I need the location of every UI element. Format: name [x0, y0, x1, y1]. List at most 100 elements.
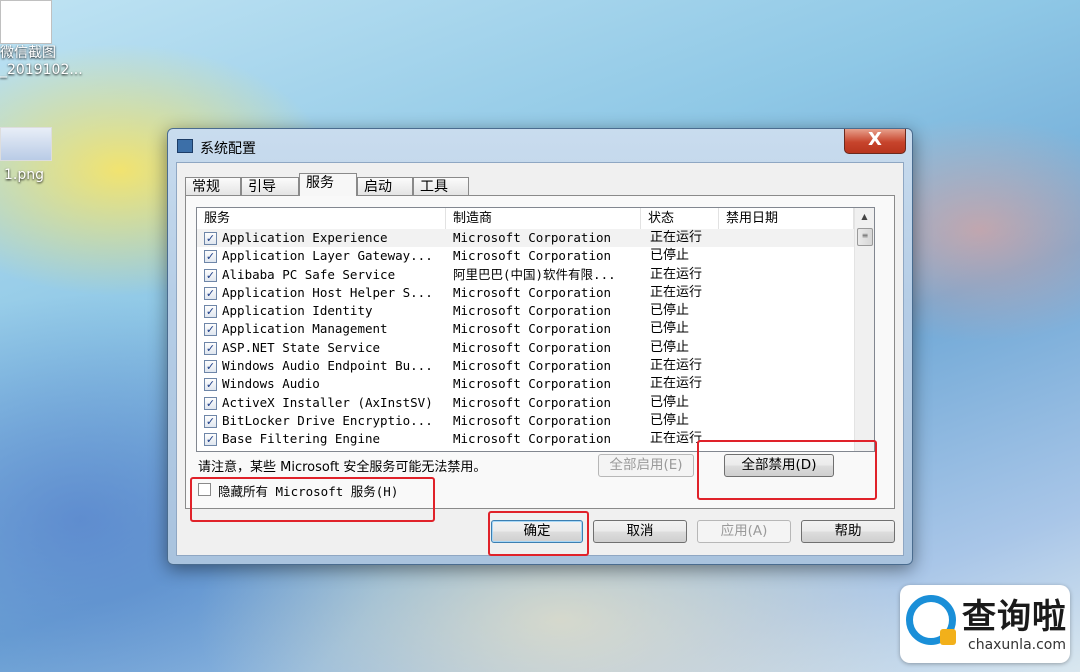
service-vendor: Microsoft Corporation [453, 394, 612, 410]
close-button[interactable]: X [844, 129, 906, 154]
scroll-up-arrow-icon[interactable]: ▲ [855, 208, 874, 226]
scroll-thumb[interactable]: ≡ [857, 228, 873, 246]
service-status: 正在运行 [650, 230, 703, 245]
table-row[interactable]: ✓ BitLocker Drive Encryptio... Microsoft C… [197, 412, 854, 430]
service-checkbox[interactable]: ✓ [204, 323, 217, 337]
service-vendor: 阿里巴巴(中国)软件有限... [453, 266, 616, 282]
service-disable-date [725, 412, 845, 430]
service-disable-date [725, 247, 845, 265]
service-disable-date [725, 339, 845, 357]
column-header-status[interactable]: 状态 [641, 208, 719, 229]
desktop-image-thumbnail[interactable] [0, 127, 52, 161]
column-header-service[interactable]: 服务 [197, 208, 446, 229]
services-list[interactable]: 服务 制造商 状态 禁用日期 ✓ Application Experience Mi… [196, 207, 875, 452]
service-status: 正在运行 [650, 266, 703, 282]
service-disable-date [725, 430, 845, 448]
service-checkbox[interactable]: ✓ [204, 414, 217, 428]
service-checkbox[interactable]: ✓ [204, 286, 217, 300]
service-checkbox[interactable]: ✓ [204, 396, 217, 410]
dialog-title: 系统配置 [200, 141, 256, 157]
msconfig-app-icon [177, 139, 193, 153]
disable-all-button[interactable]: 全部禁用(D) [724, 454, 834, 477]
column-header-vendor[interactable]: 制造商 [446, 208, 641, 229]
title-bar[interactable]: 系统配置 X [168, 129, 912, 161]
desktop-icon-label-line2[interactable]: _2019102... [0, 62, 83, 78]
service-name: Application Management [222, 321, 388, 337]
service-name: Base Filtering Engine [222, 431, 381, 447]
service-name: Windows Audio Endpoint Bu... [222, 358, 433, 374]
service-checkbox[interactable]: ✓ [204, 250, 217, 264]
apply-button[interactable]: 应用(A) [697, 520, 791, 543]
table-row[interactable]: ✓ ActiveX Installer (AxInstSV) Microsoft C… [197, 394, 854, 412]
service-status: 已停止 [650, 394, 690, 410]
service-name: Application Layer Gateway... [222, 248, 433, 264]
service-checkbox[interactable]: ✓ [204, 232, 217, 245]
table-row[interactable]: ✓ Application Experience Microsoft Corpora… [197, 229, 854, 248]
hide-ms-services-checkbox[interactable] [198, 483, 211, 496]
ok-button[interactable]: 确定 [491, 520, 583, 543]
service-vendor: Microsoft Corporation [453, 230, 612, 245]
column-header-disable-date[interactable]: 禁用日期 [719, 208, 854, 229]
service-disable-date [725, 320, 845, 338]
service-status: 已停止 [650, 339, 690, 355]
tab-boot[interactable]: 引导 [241, 177, 299, 195]
table-row[interactable]: ✓ Application Identity Microsoft Corporati… [197, 302, 854, 320]
service-status: 正在运行 [650, 284, 703, 300]
service-status: 正在运行 [650, 376, 703, 392]
enable-all-button[interactable]: 全部启用(E) [598, 454, 694, 477]
service-vendor: Microsoft Corporation [453, 431, 612, 447]
service-checkbox[interactable]: ✓ [204, 268, 217, 282]
service-vendor: Microsoft Corporation [453, 248, 612, 264]
service-name: ASP.NET State Service [222, 339, 381, 355]
table-row[interactable]: ✓ Application Host Helper S... Microsoft C… [197, 284, 854, 302]
service-status: 已停止 [650, 303, 690, 319]
service-vendor: Microsoft Corporation [453, 339, 612, 355]
tab-tools[interactable]: 工具 [413, 177, 469, 195]
table-row[interactable]: ✓ Base Filtering Engine Microsoft Corporat… [197, 430, 854, 448]
service-rows: ✓ Application Experience Microsoft Corpora… [197, 229, 854, 449]
service-disable-date [725, 266, 845, 284]
services-panel: 服务 制造商 状态 禁用日期 ✓ Application Experience Mi… [185, 195, 895, 509]
cancel-button[interactable]: 取消 [593, 520, 687, 543]
service-name: BitLocker Drive Encryptio... [222, 412, 433, 428]
hide-ms-services-label[interactable]: 隐藏所有 Microsoft 服务(H) [218, 481, 398, 500]
tab-general[interactable]: 常规 [185, 177, 241, 195]
desktop-icon-label-line1[interactable]: 微信截图 [0, 42, 56, 62]
service-name: Application Experience [222, 230, 388, 245]
service-checkbox[interactable]: ✓ [204, 360, 217, 374]
vertical-scrollbar[interactable]: ▲ ≡ [854, 208, 874, 451]
service-name: Windows Audio [222, 376, 320, 392]
table-row[interactable]: ✓ Windows Audio Microsoft Corporation 正在运行 [197, 375, 854, 393]
table-row[interactable]: ✓ Application Layer Gateway... Microsoft C… [197, 247, 854, 265]
service-status: 已停止 [650, 412, 690, 428]
service-checkbox[interactable]: ✓ [204, 433, 217, 447]
service-disable-date [725, 357, 845, 375]
service-checkbox[interactable]: ✓ [204, 378, 217, 392]
magnifier-logo-icon [906, 595, 956, 645]
service-vendor: Microsoft Corporation [453, 321, 612, 337]
desktop-icon-label-png[interactable]: 1.png [4, 167, 44, 183]
watermark-logo: 查询啦 chaxunla.com [900, 585, 1070, 663]
service-name: ActiveX Installer (AxInstSV) [222, 394, 433, 410]
service-disable-date [725, 394, 845, 412]
service-checkbox[interactable]: ✓ [204, 305, 217, 319]
table-row[interactable]: ✓ ASP.NET State Service Microsoft Corporat… [197, 339, 854, 357]
tab-services[interactable]: 服务 [299, 173, 357, 196]
service-vendor: Microsoft Corporation [453, 303, 612, 319]
tab-startup[interactable]: 启动 [357, 177, 413, 195]
dialog-client-area: 常规 引导 服务 启动 工具 服务 制造商 状态 禁用日期 ✓ Applicati… [176, 162, 904, 556]
watermark-text: 查询啦 [962, 597, 1067, 637]
list-header: 服务 制造商 状态 禁用日期 [197, 208, 854, 230]
desktop-file-thumbnail[interactable] [0, 0, 52, 44]
service-vendor: Microsoft Corporation [453, 358, 612, 374]
table-row[interactable]: ✓ Application Management Microsoft Corpora… [197, 320, 854, 338]
system-config-dialog: 系统配置 X 常规 引导 服务 启动 工具 服务 制造商 状态 禁用日期 ✓ Ap… [167, 128, 913, 565]
service-vendor: Microsoft Corporation [453, 376, 612, 392]
service-checkbox[interactable]: ✓ [204, 341, 217, 355]
table-row[interactable]: ✓ Alibaba PC Safe Service 阿里巴巴(中国)软件有限... 正… [197, 266, 854, 284]
service-disable-date [725, 229, 845, 247]
table-row[interactable]: ✓ Windows Audio Endpoint Bu... Microsoft C… [197, 357, 854, 375]
service-status: 已停止 [650, 248, 690, 264]
help-button[interactable]: 帮助 [801, 520, 895, 543]
service-vendor: Microsoft Corporation [453, 412, 612, 428]
